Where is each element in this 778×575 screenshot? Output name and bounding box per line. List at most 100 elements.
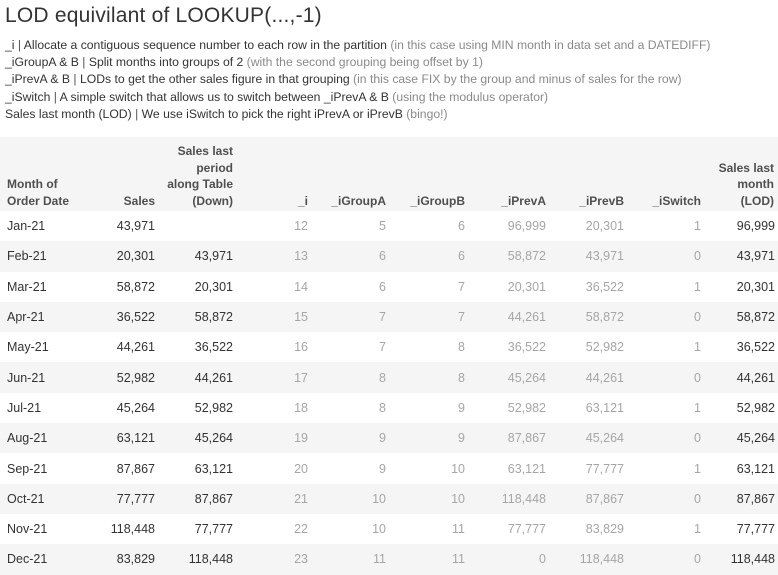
cell-igroupa: 10 (312, 513, 390, 545)
note-paren: (bingo!) (406, 106, 448, 121)
cell-iswitch: 1 (628, 392, 705, 424)
note-paren: (in this case FIX by the group and minus… (353, 72, 682, 87)
note-paren: (with the second grouping being offset b… (246, 55, 483, 70)
header-iswitch[interactable]: _iSwitch (628, 137, 705, 211)
table-row[interactable]: Sep-21 87,867 63,121 20 9 10 63,121 77,777 1 63,1… (0, 453, 778, 484)
cell-iprev-a: 118,448 (469, 483, 550, 514)
cell-iprev-b: 20,301 (550, 211, 628, 242)
header-igroupb[interactable]: _iGroupB (390, 137, 469, 211)
note-separator: | (53, 89, 57, 104)
cell-igroupa: 6 (312, 241, 390, 272)
page-title: LOD equivilant of LOOKUP(...,-1) (5, 4, 322, 27)
note-separator: | (82, 55, 86, 70)
table-body: Jan-21 43,971 12 5 6 96,999 20,301 1 96,999 Feb-2… (0, 211, 778, 575)
cell-sales: 83,829 (82, 544, 159, 575)
cell-sales: 118,448 (82, 513, 159, 545)
header-label-line: period (196, 160, 233, 175)
cell-igroupb: 6 (390, 211, 469, 242)
table-row[interactable]: Jan-21 43,971 12 5 6 96,999 20,301 1 96,999 (0, 211, 778, 242)
note-key: _i (5, 38, 15, 52)
cell-igroupa: 9 (312, 423, 390, 454)
cell-iswitch: 1 (628, 332, 705, 363)
cell-iprev-a: 0 (469, 544, 550, 575)
header-label-line: Sales last (718, 160, 774, 175)
cell-sales-last-period: 77,777 (159, 513, 237, 545)
note-igroup: _iGroupA & B | Split months into groups … (5, 54, 711, 71)
table-row[interactable]: Dec-21 83,829 118,448 23 11 11 0 118,448 0 118,44… (0, 544, 778, 575)
cell-sales-last-month: 118,448 (705, 544, 778, 575)
note-separator: | (73, 72, 77, 87)
cell-igroupb: 10 (390, 453, 469, 484)
header-i[interactable]: _i (237, 137, 312, 211)
table-row[interactable]: Feb-21 20,301 43,971 13 6 6 58,872 43,971 0 43,97… (0, 241, 778, 272)
header-label-line: Order Date (7, 193, 70, 208)
cell-sales-last-period: 63,121 (159, 453, 237, 484)
cell-sales: 45,264 (82, 392, 159, 424)
cell-sales-last-period: 118,448 (159, 544, 237, 575)
cell-iswitch: 0 (628, 362, 705, 393)
cell-sales: 52,982 (82, 362, 159, 393)
table-row[interactable]: May-21 44,261 36,522 16 7 8 36,522 52,982 1 36,52… (0, 332, 778, 363)
header-iprev-b[interactable]: _iPrevB (550, 137, 628, 211)
cell-i: 12 (237, 211, 312, 242)
header-sales-last-month[interactable]: Sales last month (LOD) (705, 137, 778, 211)
table-row[interactable]: Nov-21 118,448 77,777 22 10 11 77,777 83,829 1 77… (0, 513, 778, 545)
header-iprev-a[interactable]: _iPrevA (469, 137, 550, 211)
cell-month: Jun-21 (0, 362, 82, 393)
cell-igroupa: 8 (312, 362, 390, 393)
header-sales-last-period[interactable]: Sales last period along Table (Down) (159, 137, 237, 211)
table-row[interactable]: Mar-21 58,872 20,301 14 6 7 20,301 36,522 1 20,30… (0, 271, 778, 302)
cell-igroupa: 7 (312, 301, 390, 333)
cell-month: May-21 (0, 332, 82, 363)
cell-sales-last-month: 52,982 (705, 392, 778, 424)
cell-iswitch: 0 (628, 423, 705, 454)
cell-iprev-b: 44,261 (550, 362, 628, 393)
cell-sales-last-month: 45,264 (705, 423, 778, 454)
table-row[interactable]: Apr-21 36,522 58,872 15 7 7 44,261 58,872 0 58,87… (0, 301, 778, 333)
cell-sales: 87,867 (82, 453, 159, 484)
cell-sales: 43,971 (82, 211, 159, 242)
cell-sales-last-month: 87,867 (705, 483, 778, 514)
cell-sales-last-period (159, 211, 237, 242)
header-month[interactable]: Month of Order Date (0, 137, 82, 211)
cell-igroupa: 11 (312, 544, 390, 575)
cell-sales-last-period: 45,264 (159, 423, 237, 454)
cell-sales-last-period: 52,982 (159, 392, 237, 424)
cell-iswitch: 0 (628, 301, 705, 333)
cell-igroupa: 7 (312, 332, 390, 363)
cell-i: 16 (237, 332, 312, 363)
cell-i: 19 (237, 423, 312, 454)
cell-month: Feb-21 (0, 241, 82, 272)
header-label-line: along Table (167, 177, 233, 191)
cell-iprev-b: 83,829 (550, 513, 628, 545)
header-sales[interactable]: Sales (82, 137, 159, 211)
cell-sales: 36,522 (82, 301, 159, 333)
note-text: LODs to get the other sales figure in th… (79, 72, 350, 87)
cell-igroupb: 7 (390, 301, 469, 333)
cell-iprev-a: 45,264 (469, 362, 550, 393)
cell-sales: 44,261 (82, 332, 159, 363)
header-label-line: (LOD) (740, 193, 774, 208)
table-row[interactable]: Jun-21 52,982 44,261 17 8 8 45,264 44,261 0 44,26… (0, 362, 778, 393)
note-key: _iPrevA & B (5, 72, 71, 87)
header-label-line: Month of (7, 177, 58, 191)
cell-i: 20 (237, 453, 312, 484)
cell-igroupa: 5 (312, 211, 390, 242)
table-row[interactable]: Jul-21 45,264 52,982 18 8 9 52,982 63,121 1 52,98… (0, 392, 778, 424)
cell-i: 22 (237, 513, 312, 545)
table-row[interactable]: Aug-21 63,121 45,264 19 9 9 87,867 45,264 0 45,26… (0, 423, 778, 454)
cell-iprev-b: 118,448 (550, 544, 628, 575)
note-text: Split months into groups of 2 (88, 55, 244, 70)
cell-sales: 77,777 (82, 483, 159, 514)
cell-sales-last-month: 96,999 (705, 211, 778, 242)
cell-month: Aug-21 (0, 423, 82, 454)
table-row[interactable]: Oct-21 77,777 87,867 21 10 10 118,448 87,867 0 87… (0, 483, 778, 514)
cell-iprev-a: 36,522 (469, 332, 550, 363)
cell-igroupb: 11 (390, 544, 469, 575)
header-igroupa[interactable]: _iGroupA (312, 137, 390, 211)
cell-iswitch: 0 (628, 241, 705, 272)
cell-i: 13 (237, 241, 312, 272)
note-iprev: _iPrevA & B | LODs to get the other sale… (5, 71, 711, 88)
note-sales-last-month: Sales last month (LOD) | We use iSwitch … (5, 106, 711, 123)
note-separator: | (17, 38, 22, 52)
